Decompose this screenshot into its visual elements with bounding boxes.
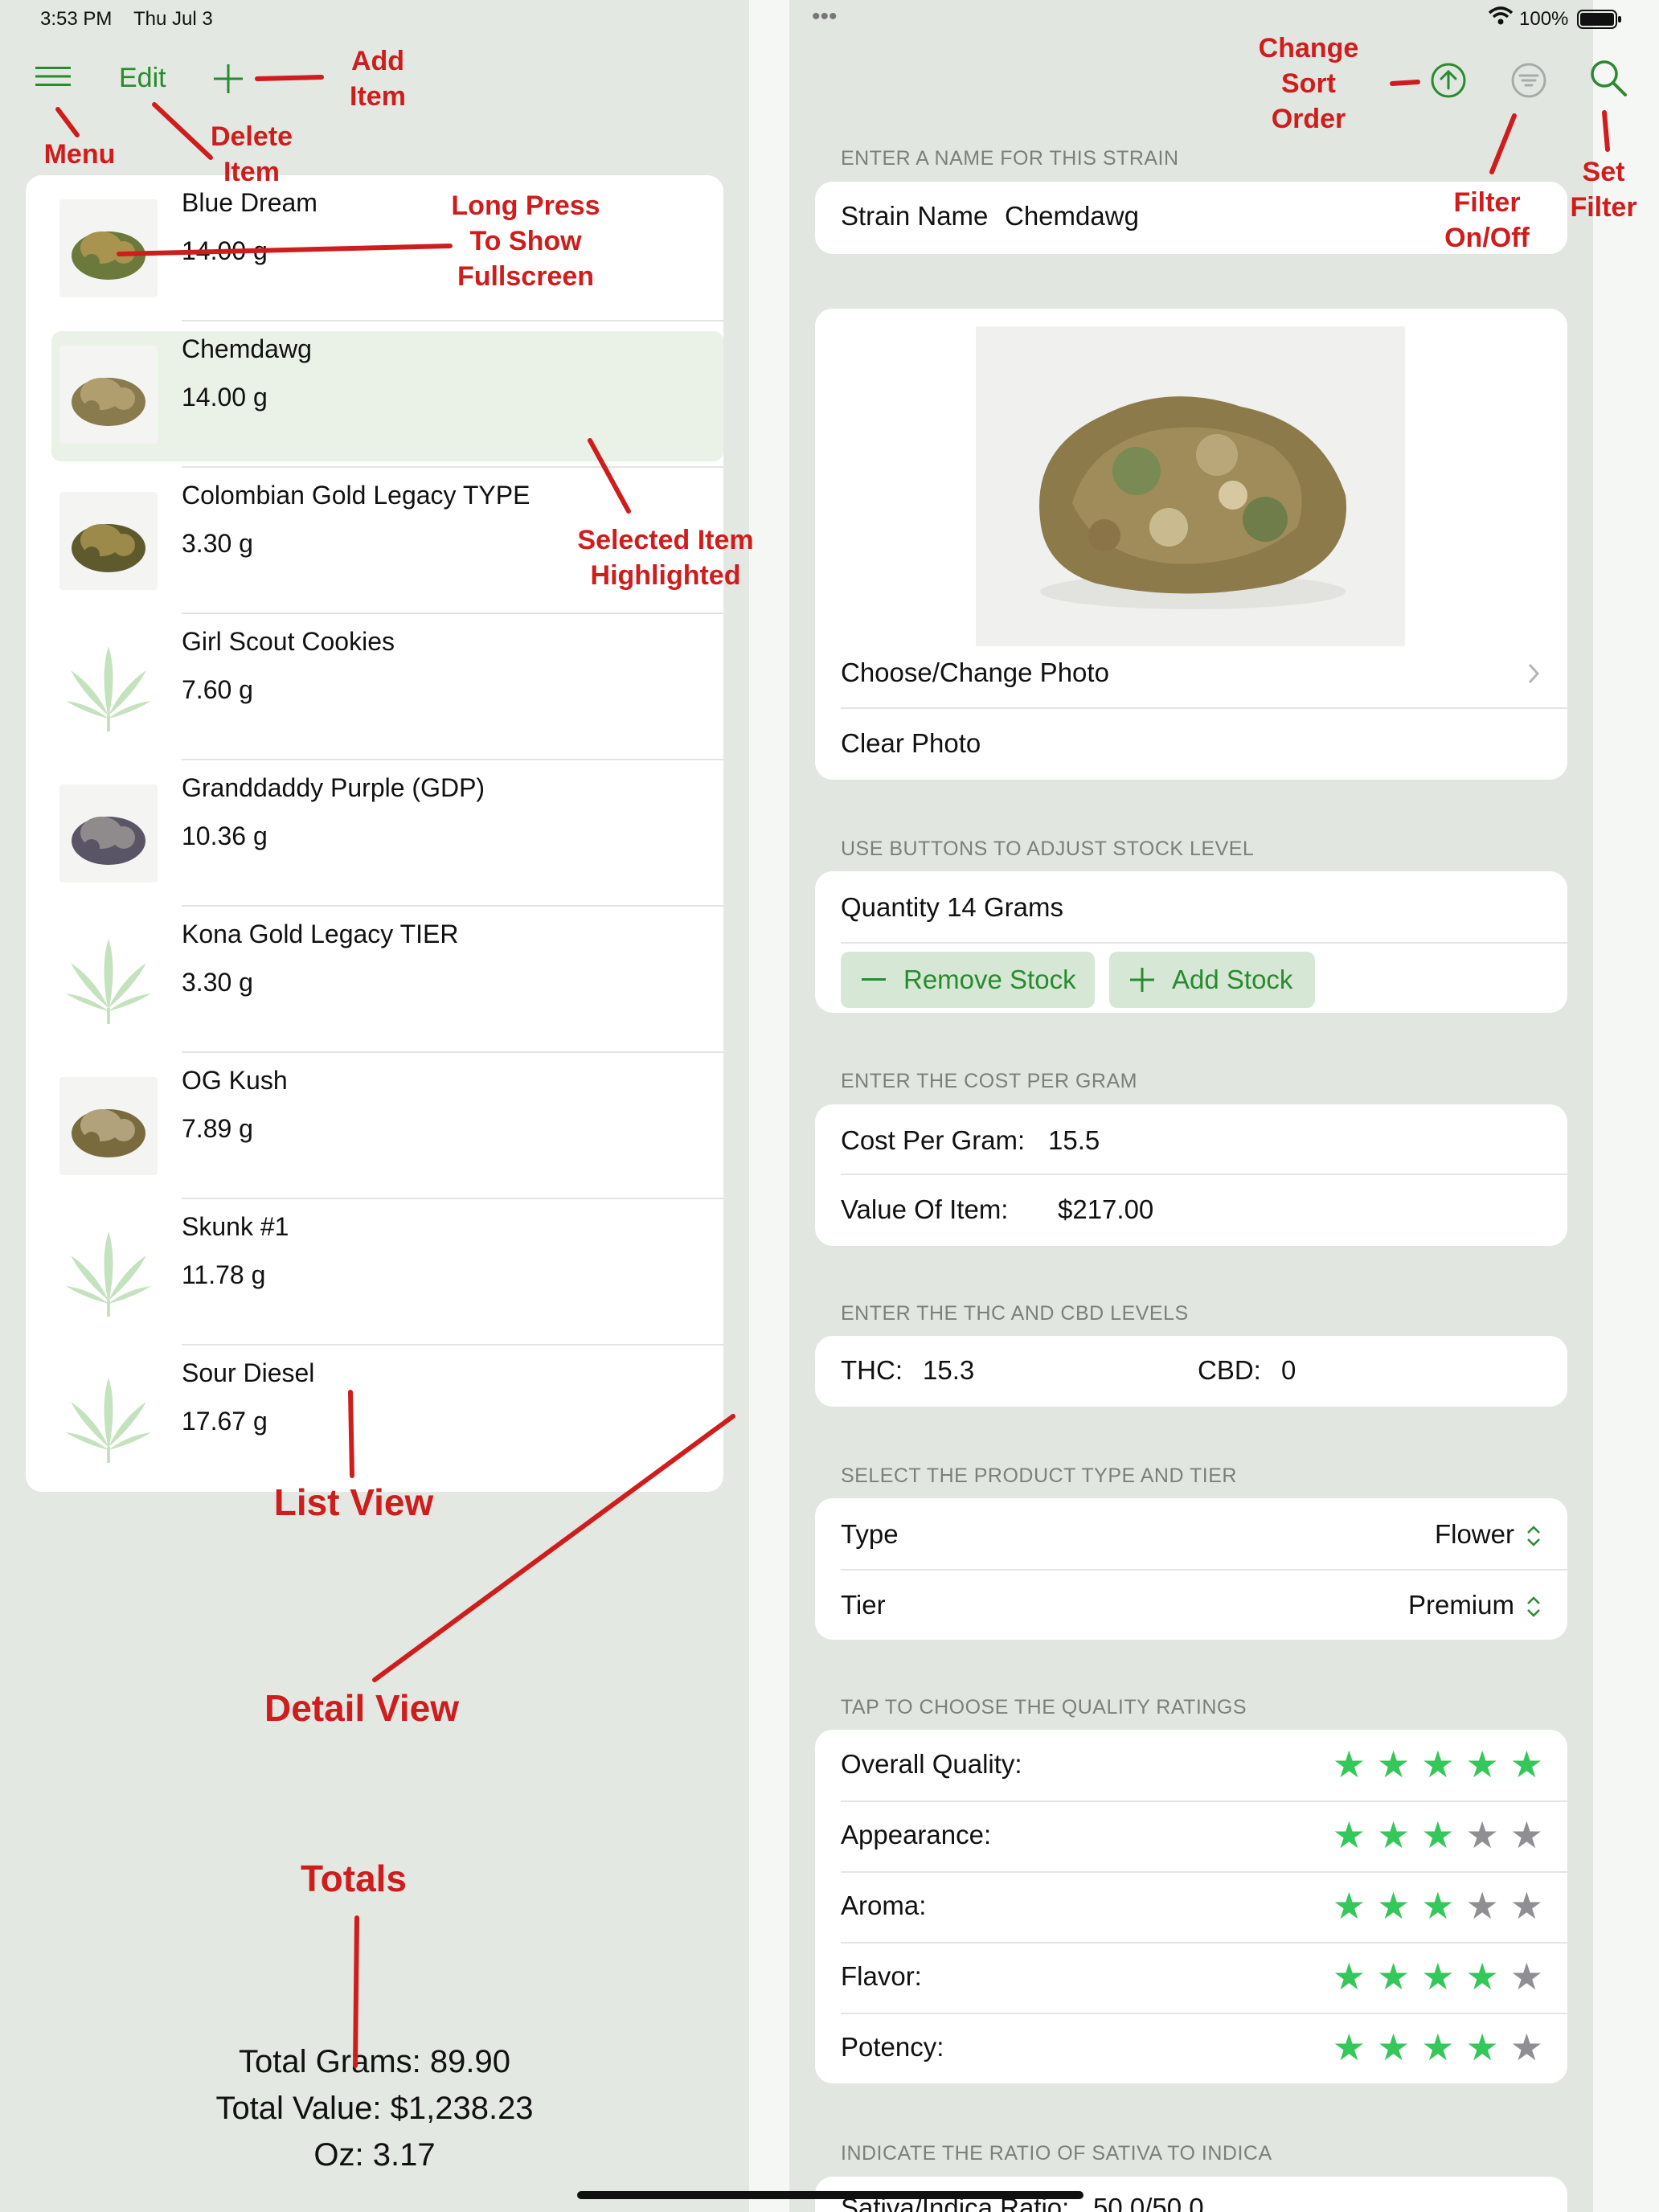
annotation-detail-view: Detail View <box>264 1687 460 1729</box>
annotation-add-item: Add Item <box>350 46 406 113</box>
annotation-long-press: Long Press To Show Fullscreen <box>451 190 600 293</box>
annotation-totals: Totals <box>300 1858 408 1899</box>
annotation-selected-item: Selected Item Highlighted <box>577 525 754 592</box>
annotation-delete-item: Delete Item <box>210 121 293 188</box>
annotation-list-view: List View <box>273 1481 434 1523</box>
annotation-set-filter: Set Filter <box>1570 157 1637 223</box>
annotation-menu: Menu <box>43 139 116 170</box>
annotation-filter-onoff: Filter On/Off <box>1444 187 1530 254</box>
annotation-lines <box>55 75 1610 2068</box>
annotation-change-sort: Change Sort Order <box>1258 33 1359 135</box>
